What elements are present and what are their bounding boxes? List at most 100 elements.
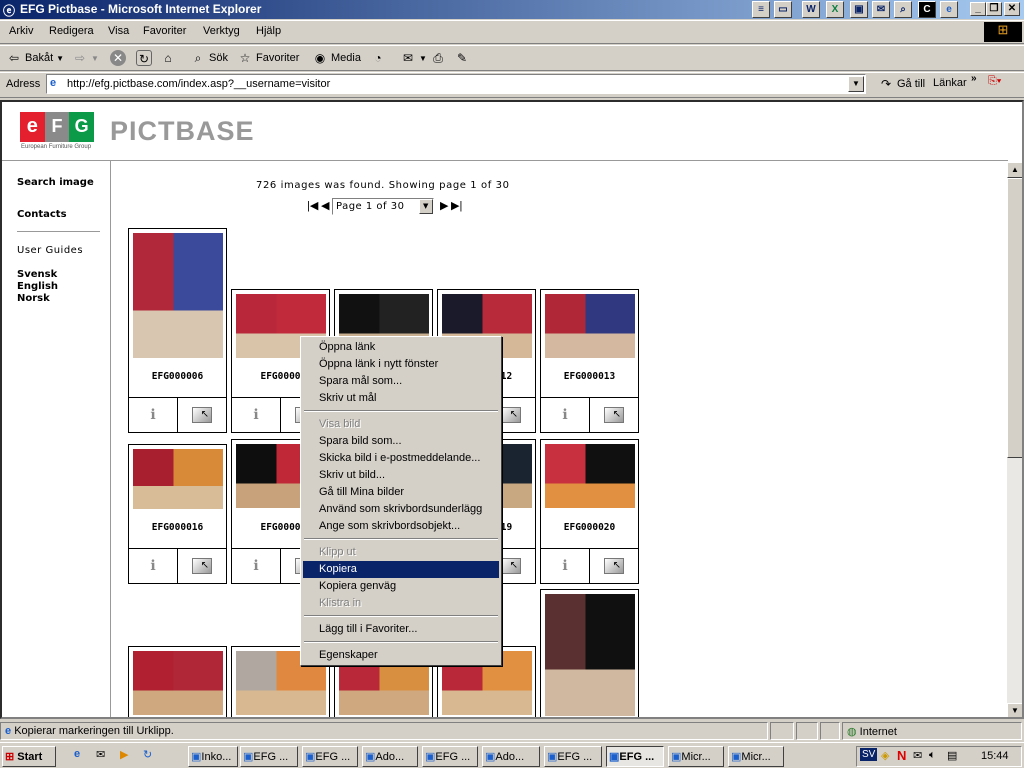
edit-button[interactable]: ✎ xyxy=(454,50,470,66)
menu-arkiv[interactable]: Arkiv xyxy=(9,25,33,37)
network-icon[interactable]: ▤ xyxy=(947,749,957,762)
outlook-icon[interactable]: ✉ xyxy=(872,1,890,18)
start-button[interactable]: ⊞ Start xyxy=(2,746,56,767)
links-button[interactable]: Länkar xyxy=(933,77,967,89)
close-button[interactable]: ✕ xyxy=(1004,2,1020,16)
chevron-icon[interactable]: » xyxy=(971,73,977,84)
powerpoint-icon[interactable]: ▣ xyxy=(850,1,868,18)
go-button[interactable]: ↷ Gå till xyxy=(878,76,925,92)
outlook-quicklaunch-icon[interactable]: ✉ xyxy=(96,748,105,761)
antivirus-icon[interactable]: N xyxy=(897,748,906,763)
context-menu-item[interactable]: Skicka bild i e-postmeddelande... xyxy=(303,450,499,467)
enlarge-button[interactable]: ↖ xyxy=(177,549,226,583)
menu-redigera[interactable]: Redigera xyxy=(49,25,94,37)
page-select[interactable]: Page 1 of 30 ▼ xyxy=(332,198,434,215)
excel-icon[interactable]: X xyxy=(826,1,844,18)
prev-page-button[interactable]: ◀ xyxy=(321,199,329,212)
taskbar-button[interactable]: ▣EFG ... xyxy=(422,746,478,767)
ie-quicklaunch-icon[interactable]: e xyxy=(940,1,958,18)
refresh-button[interactable]: ↻ xyxy=(136,50,152,66)
tray-icon[interactable]: ◈ xyxy=(881,749,889,762)
search-button[interactable]: ⌕ Sök xyxy=(190,50,228,66)
vertical-scrollbar[interactable]: ▲ ▼ xyxy=(1007,162,1022,717)
context-menu-item[interactable]: Gå till Mina bilder xyxy=(303,484,499,501)
taskbar-button[interactable]: ▣EFG ... xyxy=(544,746,602,767)
context-menu-item[interactable]: Skriv ut bild... xyxy=(303,467,499,484)
context-menu-item[interactable]: Ange som skrivbordsobjekt... xyxy=(303,518,499,535)
context-menu-item[interactable]: Lägg till i Favoriter... xyxy=(303,621,499,638)
back-button[interactable]: ⇦ Bakåt ▼ xyxy=(6,50,64,66)
thumbnail-image[interactable] xyxy=(545,594,635,716)
sidebar-user-guides[interactable]: User Guides xyxy=(17,245,83,256)
notepad-icon[interactable]: ≡ xyxy=(752,1,770,18)
enlarge-button[interactable]: ↖ xyxy=(589,549,638,583)
folder-icon[interactable]: ▭ xyxy=(774,1,792,18)
minimize-button[interactable]: _ xyxy=(970,2,986,16)
print-button[interactable]: ⎙ xyxy=(430,50,446,66)
info-button[interactable]: ℹ xyxy=(541,549,589,583)
first-page-button[interactable]: |◀ xyxy=(307,199,318,212)
sidebar-lang-norsk[interactable]: Norsk xyxy=(17,293,50,304)
home-button[interactable]: ⌂ xyxy=(160,50,176,66)
context-menu-item[interactable]: Öppna länk xyxy=(303,339,499,356)
thumbnail-image[interactable] xyxy=(133,233,223,358)
taskbar-button[interactable]: ▣EFG ... xyxy=(606,746,664,767)
context-menu-item[interactable]: Kopiera genväg xyxy=(303,578,499,595)
info-button[interactable]: ℹ xyxy=(129,398,177,432)
taskbar-button[interactable]: ▣Micr... xyxy=(668,746,724,767)
info-button[interactable]: ℹ xyxy=(232,549,280,583)
last-page-button[interactable]: ▶| xyxy=(451,199,462,212)
enlarge-button[interactable]: ↖ xyxy=(177,398,226,432)
context-menu-item[interactable]: Egenskaper xyxy=(303,647,499,664)
chevron-down-icon[interactable]: ▼ xyxy=(419,199,433,214)
menu-verktyg[interactable]: Verktyg xyxy=(203,25,240,37)
maximize-button[interactable]: ❐ xyxy=(986,2,1002,16)
context-menu-item[interactable]: Spara bild som... xyxy=(303,433,499,450)
scroll-thumb[interactable] xyxy=(1007,178,1022,458)
desktop-icon[interactable]: ↻ xyxy=(143,748,152,761)
volume-icon[interactable]: 🔈︎ xyxy=(929,749,936,762)
next-page-button[interactable]: ▶ xyxy=(440,199,448,212)
media-button[interactable]: ◉ Media xyxy=(312,50,361,66)
enlarge-button[interactable]: ↖ xyxy=(589,398,638,432)
taskbar-button[interactable]: ▣Inko... xyxy=(188,746,238,767)
cmd-icon[interactable]: C xyxy=(918,1,936,18)
media-player-icon[interactable]: ▶ xyxy=(120,748,128,761)
thumbnail-image[interactable] xyxy=(545,294,635,358)
menu-favoriter[interactable]: Favoriter xyxy=(143,25,186,37)
taskbar-button[interactable]: ▣Micr... xyxy=(728,746,784,767)
stop-button[interactable]: ✕ xyxy=(110,50,126,66)
forward-button[interactable]: ⇨ ▼ xyxy=(72,50,99,66)
address-dropdown-button[interactable]: ▼ xyxy=(848,76,864,92)
thumbnail-image[interactable] xyxy=(133,651,223,715)
taskbar-button[interactable]: ▣Ado... xyxy=(362,746,418,767)
address-input[interactable]: e http://efg.pictbase.com/index.asp?__us… xyxy=(46,74,866,94)
thumbnail-image[interactable] xyxy=(133,449,223,509)
menu-visa[interactable]: Visa xyxy=(108,25,129,37)
mail-button[interactable]: ✉ ▼ xyxy=(400,50,427,66)
ie-quicklaunch-icon[interactable]: e xyxy=(74,748,80,760)
sidebar-contacts[interactable]: Contacts xyxy=(17,209,67,220)
sidebar-search-image[interactable]: Search image xyxy=(17,177,94,188)
context-menu-item[interactable]: Använd som skrivbordsunderlägg xyxy=(303,501,499,518)
history-button[interactable]: ◔ xyxy=(370,50,386,66)
info-button[interactable]: ℹ xyxy=(129,549,177,583)
taskbar-button[interactable]: ▣EFG ... xyxy=(302,746,358,767)
favorites-button[interactable]: ☆ Favoriter xyxy=(237,50,300,66)
thumbnail-image[interactable] xyxy=(545,444,635,508)
language-indicator[interactable]: SV xyxy=(860,748,878,761)
info-button[interactable]: ℹ xyxy=(232,398,280,432)
context-menu-item[interactable]: Spara mål som... xyxy=(303,373,499,390)
word-icon[interactable]: W xyxy=(802,1,820,18)
pdf-icon[interactable]: ⎘▾ xyxy=(988,75,1001,88)
info-button[interactable]: ℹ xyxy=(541,398,589,432)
taskbar-button[interactable]: ▣EFG ... xyxy=(240,746,298,767)
scroll-up-button[interactable]: ▲ xyxy=(1007,162,1022,178)
find-icon[interactable]: ⌕ xyxy=(894,1,912,18)
sidebar-lang-english[interactable]: English xyxy=(17,281,58,292)
scroll-down-button[interactable]: ▼ xyxy=(1007,703,1022,717)
context-menu-item[interactable]: Öppna länk i nytt fönster xyxy=(303,356,499,373)
taskbar-button[interactable]: ▣Ado... xyxy=(482,746,540,767)
context-menu-item[interactable]: Kopiera xyxy=(303,561,499,578)
menu-hjalp[interactable]: Hjälp xyxy=(256,25,281,37)
